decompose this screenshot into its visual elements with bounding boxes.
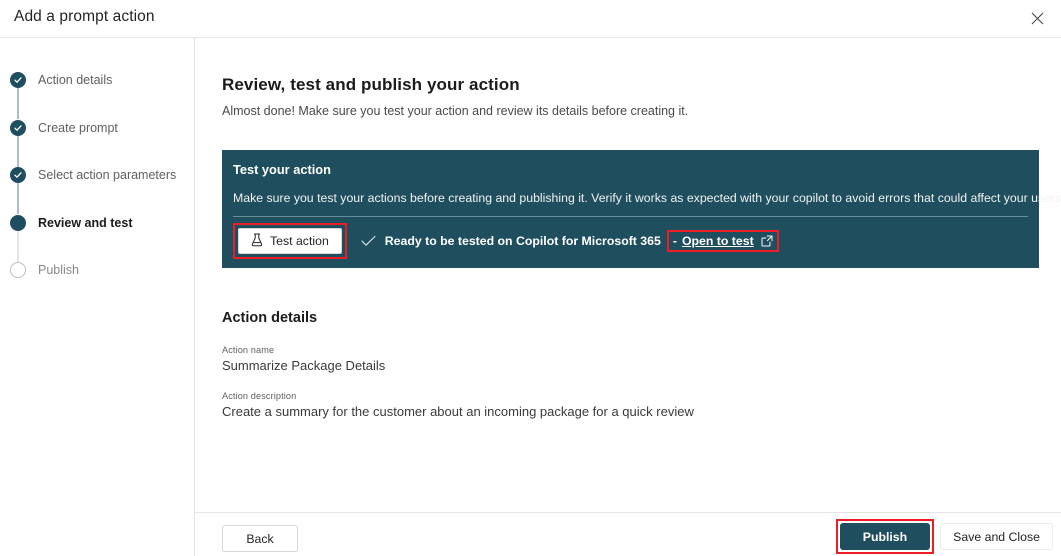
- action-name-label: Action name: [222, 345, 385, 355]
- publish-button[interactable]: Publish: [840, 523, 930, 550]
- action-name-value: Summarize Package Details: [222, 358, 385, 373]
- sidebar-item-label: Select action parameters: [38, 167, 176, 183]
- footer-right-actions: Publish Save and Close: [836, 519, 1053, 554]
- step-marker: [8, 167, 28, 183]
- step-status-complete-icon: [10, 72, 26, 88]
- sidebar-item-label: Review and test: [38, 215, 132, 231]
- dialog-body: Action details Create prompt: [0, 38, 1061, 556]
- step-marker: [8, 262, 28, 278]
- sidebar-item-label: Publish: [38, 262, 79, 278]
- sidebar-item-label: Action details: [38, 72, 112, 88]
- wizard-sidebar: Action details Create prompt: [0, 38, 195, 556]
- sidebar-item-create-prompt[interactable]: Create prompt: [8, 120, 188, 168]
- status-text: Ready to be tested on Copilot for Micros…: [385, 234, 661, 248]
- test-action-label: Test action: [270, 234, 329, 248]
- content-subheading: Almost done! Make sure you test your act…: [222, 104, 688, 118]
- action-description-label: Action description: [222, 391, 694, 401]
- banner-description: Make sure you test your actions before c…: [233, 191, 1061, 205]
- save-and-close-button[interactable]: Save and Close: [940, 523, 1053, 550]
- close-icon: [1031, 12, 1044, 25]
- sidebar-item-label: Create prompt: [38, 120, 118, 136]
- close-button[interactable]: [1021, 3, 1053, 33]
- content-heading: Review, test and publish your action: [222, 75, 520, 95]
- sidebar-item-select-action-parameters[interactable]: Select action parameters: [8, 167, 188, 215]
- wizard-steps: Action details Create prompt: [8, 72, 188, 292]
- back-button[interactable]: Back: [222, 525, 298, 552]
- action-description-field: Action description Create a summary for …: [222, 391, 694, 419]
- banner-title: Test your action: [233, 162, 331, 177]
- main-inner: Review, test and publish your action Alm…: [222, 38, 1061, 556]
- step-marker: [8, 120, 28, 136]
- open-to-test-highlight-box: - Open to test: [667, 230, 779, 252]
- action-name-field: Action name Summarize Package Details: [222, 345, 385, 373]
- banner-action-row: Test action Ready to be tested on Copilo…: [233, 226, 779, 256]
- dialog-header: Add a prompt action: [0, 0, 1061, 38]
- status-checkmark-icon: [361, 235, 376, 247]
- banner-divider: [233, 216, 1028, 217]
- action-details-heading: Action details: [222, 310, 317, 326]
- test-action-highlight-box: Test action: [233, 223, 347, 259]
- step-marker: [8, 215, 28, 231]
- step-connector: [18, 183, 19, 214]
- main-content: Review, test and publish your action Alm…: [195, 38, 1061, 556]
- sidebar-item-publish[interactable]: Publish: [8, 262, 188, 292]
- publish-highlight-box: Publish: [836, 519, 934, 554]
- status-separator: -: [673, 234, 677, 248]
- step-status-pending-icon: [10, 262, 26, 278]
- sidebar-item-review-and-test[interactable]: Review and test: [8, 215, 188, 263]
- action-description-value: Create a summary for the customer about …: [222, 404, 694, 419]
- step-connector: [18, 136, 19, 167]
- test-action-button[interactable]: Test action: [238, 228, 342, 254]
- checkmark-icon: [13, 75, 23, 85]
- open-in-new-icon[interactable]: [761, 235, 773, 247]
- step-marker: [8, 72, 28, 88]
- dialog-footer: Back Publish Save and Close: [195, 512, 1061, 556]
- step-connector: [18, 231, 19, 262]
- checkmark-icon: [13, 123, 23, 133]
- test-your-action-banner: Test your action Make sure you test your…: [222, 150, 1039, 268]
- step-status-active-icon: [10, 215, 26, 231]
- step-connector: [18, 88, 19, 119]
- checkmark-icon: [13, 170, 23, 180]
- beaker-icon: [251, 233, 263, 250]
- step-status-complete-icon: [10, 167, 26, 183]
- step-status-complete-icon: [10, 120, 26, 136]
- page-title: Add a prompt action: [14, 8, 155, 26]
- open-to-test-link[interactable]: Open to test: [682, 234, 754, 248]
- sidebar-item-action-details[interactable]: Action details: [8, 72, 188, 120]
